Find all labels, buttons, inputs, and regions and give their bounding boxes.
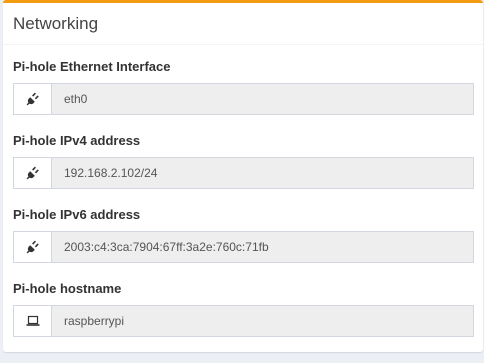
hostname-value: raspberrypi	[52, 306, 473, 336]
ipv4-address-field: Pi-hole IPv4 address 192.168.2.102/24	[13, 133, 474, 189]
hostname-field: Pi-hole hostname raspberrypi	[13, 281, 474, 337]
ipv6-value: 2003:c4:3ca:7904:67ff:3a2e:760c:71fb	[52, 232, 473, 262]
input-group: 2003:c4:3ca:7904:67ff:3a2e:760c:71fb	[13, 231, 474, 263]
field-label: Pi-hole hostname	[13, 281, 122, 296]
laptop-icon	[14, 306, 52, 336]
input-group: raspberrypi	[13, 305, 474, 337]
panel-title: Networking	[13, 14, 99, 33]
networking-panel: Networking Pi-hole Ethernet Interface et…	[3, 0, 483, 352]
input-group: 192.168.2.102/24	[13, 157, 474, 189]
field-label: Pi-hole Ethernet Interface	[13, 59, 171, 74]
field-label: Pi-hole IPv4 address	[13, 133, 141, 148]
ipv6-address-field: Pi-hole IPv6 address 2003:c4:3ca:7904:67…	[13, 207, 474, 263]
interface-value: eth0	[52, 84, 473, 114]
plug-icon	[14, 84, 52, 114]
input-group: eth0	[13, 83, 474, 115]
ethernet-interface-field: Pi-hole Ethernet Interface eth0	[13, 59, 474, 115]
field-label: Pi-hole IPv6 address	[13, 207, 141, 222]
plug-icon	[14, 158, 52, 188]
panel-header: Networking	[3, 3, 483, 45]
plug-icon	[14, 232, 52, 262]
ipv4-value: 192.168.2.102/24	[52, 158, 473, 188]
